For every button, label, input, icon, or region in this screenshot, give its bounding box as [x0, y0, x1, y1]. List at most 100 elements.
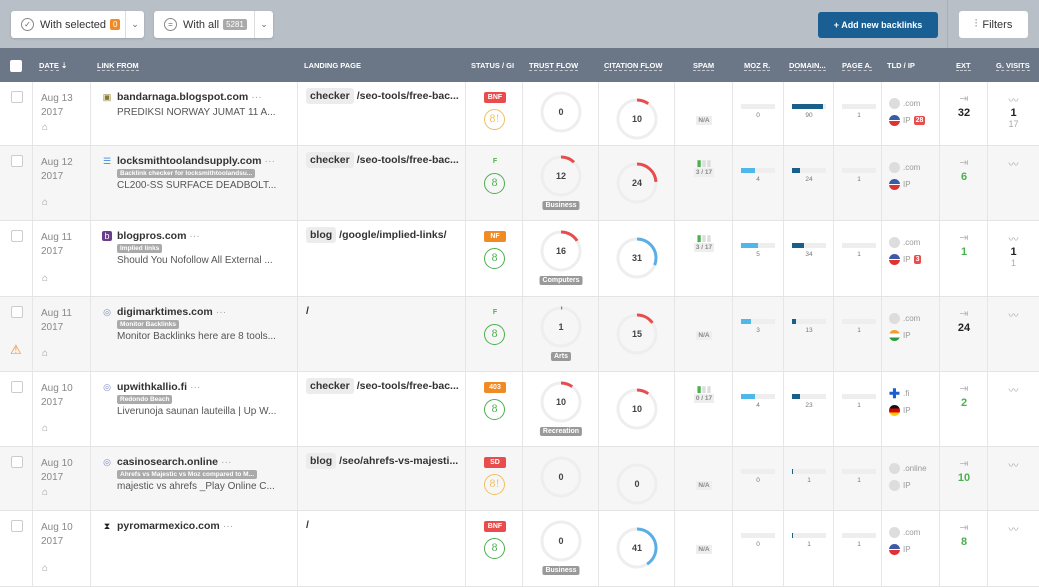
link-from-domain[interactable]: casinosearch.online ···: [117, 456, 231, 468]
tag-icon[interactable]: ⌂: [42, 423, 48, 434]
page-authority-bar: [842, 394, 876, 399]
with-all-button[interactable]: = With all 5281 ⌄: [154, 11, 273, 38]
external-links: ⇥ 1: [940, 221, 988, 258]
cell-divider: [522, 221, 523, 296]
domain-authority-fill: [792, 394, 800, 399]
select-all-checkbox[interactable]: [10, 60, 22, 72]
cell-divider: [32, 146, 33, 220]
tag-icon[interactable]: ⌂: [42, 197, 48, 208]
tag-icon[interactable]: ⌂: [42, 563, 48, 574]
landing-page[interactable]: /: [306, 519, 309, 531]
link-from-domain[interactable]: locksmithtoolandsupply.com ···: [117, 155, 275, 167]
tag-icon[interactable]: ⌂: [42, 348, 48, 359]
google-visits[interactable]: 〰: [988, 297, 1039, 322]
column-page-authority[interactable]: PAGE A.: [842, 61, 873, 71]
topical-category-badge: Recreation: [539, 427, 583, 436]
more-icon[interactable]: ···: [221, 456, 232, 468]
google-visits[interactable]: 〰: [988, 146, 1039, 171]
tag-icon[interactable]: ⌂: [42, 273, 48, 284]
column-spam[interactable]: SPAM: [693, 61, 715, 71]
more-icon[interactable]: ···: [265, 155, 276, 167]
cell-divider: [90, 82, 91, 145]
table-row[interactable]: Aug 11 2017 ⌂ b blogpros.com ··· Implied links…: [0, 221, 1039, 297]
column-moz-rank[interactable]: MOZ R.: [744, 61, 771, 71]
landing-page-tag: checker: [306, 378, 354, 394]
domain-authority-bar: [792, 104, 826, 109]
filters-button[interactable]: ⫶ Filters: [959, 11, 1028, 38]
table-row[interactable]: Aug 13 2017 ⌂ ▣ bandarnaga.blogspot.com ··· PR…: [0, 82, 1039, 146]
link-from-domain[interactable]: digimarktimes.com ···: [117, 306, 226, 318]
cell-divider: [881, 221, 882, 296]
row-checkbox[interactable]: [11, 520, 23, 532]
external-links: ⇥ 6: [940, 146, 988, 183]
globe-icon: ◎: [103, 307, 111, 317]
toolbar: ✓ With selected 0 ⌄ = With all 5281 ⌄ + …: [0, 0, 1039, 48]
cell-divider: [522, 297, 523, 371]
google-visits[interactable]: 〰: [988, 447, 1039, 472]
tag-icon[interactable]: ⌂: [42, 122, 48, 133]
landing-page[interactable]: checker/seo-tools/free-bac...: [306, 88, 459, 104]
landing-page[interactable]: blog/seo/ahrefs-vs-majesti...: [306, 453, 458, 469]
table-row[interactable]: Aug 10 2017 ⌂ ⧗ pyromarmexico.com ··· / BNF 8 0 B…: [0, 511, 1039, 587]
us-flag-icon: [889, 254, 900, 265]
topical-category-badge: Arts: [550, 352, 572, 361]
spam-score: N/A: [696, 481, 712, 490]
cell-divider: [783, 372, 784, 446]
landing-page[interactable]: checker/seo-tools/free-bac...: [306, 152, 459, 168]
cell-divider: [465, 221, 466, 296]
warning-icon: ⚠: [10, 342, 22, 357]
link-from-domain[interactable]: pyromarmexico.com ···: [117, 520, 233, 532]
citation-flow-ring-value: 15: [631, 329, 642, 339]
external-link-icon: ⇥: [959, 308, 969, 320]
link-from-domain[interactable]: bandarnaga.blogspot.com ···: [117, 91, 262, 103]
link-from-domain[interactable]: upwithkallio.fi ···: [117, 381, 201, 393]
column-trust-flow[interactable]: TRUST FLOW: [529, 61, 579, 71]
column-date[interactable]: DATE ⇣: [39, 61, 67, 71]
more-icon[interactable]: ···: [251, 91, 262, 103]
more-icon[interactable]: ···: [223, 520, 234, 532]
chevron-down-icon[interactable]: ⌄: [254, 11, 273, 38]
table-row[interactable]: Aug 10 2017 ⌂ ◎ casinosearch.online ··· Ahrefs…: [0, 447, 1039, 511]
table-row[interactable]: ⚠ Aug 11 2017 ⌂ ◎ digimarktimes.com ··· Monitor…: [0, 297, 1039, 372]
row-checkbox[interactable]: [11, 230, 23, 242]
finland-flag-icon: ✚: [889, 386, 900, 401]
external-links: ⇥ 10: [940, 447, 988, 484]
page-authority-bar: [842, 319, 876, 324]
column-domain-authority[interactable]: DOMAIN...: [789, 61, 826, 71]
more-icon[interactable]: ···: [189, 230, 200, 242]
landing-page[interactable]: checker/seo-tools/free-bac...: [306, 378, 459, 394]
row-checkbox[interactable]: [11, 381, 23, 393]
google-visits[interactable]: 〰: [988, 372, 1039, 397]
row-checkbox[interactable]: [11, 155, 23, 167]
page-title: majestic vs ahrefs _Play Online C...: [117, 481, 275, 492]
column-g-visits[interactable]: G. VISITS: [996, 61, 1030, 71]
landing-page[interactable]: /: [306, 305, 309, 317]
more-icon[interactable]: ···: [190, 381, 201, 393]
column-citation-flow[interactable]: CITATION FLOW: [604, 61, 663, 71]
row-checkbox[interactable]: [11, 91, 23, 103]
with-selected-button[interactable]: ✓ With selected 0 ⌄: [11, 11, 144, 38]
more-icon[interactable]: ···: [216, 306, 227, 318]
row-checkbox[interactable]: [11, 306, 23, 318]
google-visits[interactable]: 〰: [988, 511, 1039, 536]
cell-divider: [881, 146, 882, 220]
external-links-count: 1: [960, 246, 968, 258]
link-from-domain[interactable]: blogpros.com ···: [117, 230, 200, 242]
tag-icon[interactable]: ⌂: [42, 487, 48, 498]
ip: IP: [889, 480, 911, 491]
google-visits[interactable]: 〰 1 17: [988, 82, 1039, 129]
chevron-down-icon[interactable]: ⌄: [125, 11, 144, 38]
column-link-from[interactable]: LINK FROM: [97, 61, 139, 71]
column-ext[interactable]: EXT: [956, 61, 971, 71]
sliders-icon: ⫶: [974, 18, 978, 30]
cell-divider: [32, 372, 33, 446]
moz-rank-bar: [741, 533, 775, 538]
table-row[interactable]: Aug 12 2017 ⌂ ☰ locksmithtoolandsupply.com ··…: [0, 146, 1039, 221]
tld: .com: [889, 98, 920, 109]
google-visits[interactable]: 〰 1 1: [988, 221, 1039, 268]
table-row[interactable]: Aug 10 2017 ⌂ ◎ upwithkallio.fi ··· Redondo Be…: [0, 372, 1039, 447]
row-checkbox[interactable]: [11, 456, 23, 468]
page-authority-value: 1: [857, 251, 861, 258]
add-new-backlinks-button[interactable]: + Add new backlinks: [818, 12, 938, 38]
landing-page[interactable]: blog/google/implied-links/: [306, 227, 447, 243]
